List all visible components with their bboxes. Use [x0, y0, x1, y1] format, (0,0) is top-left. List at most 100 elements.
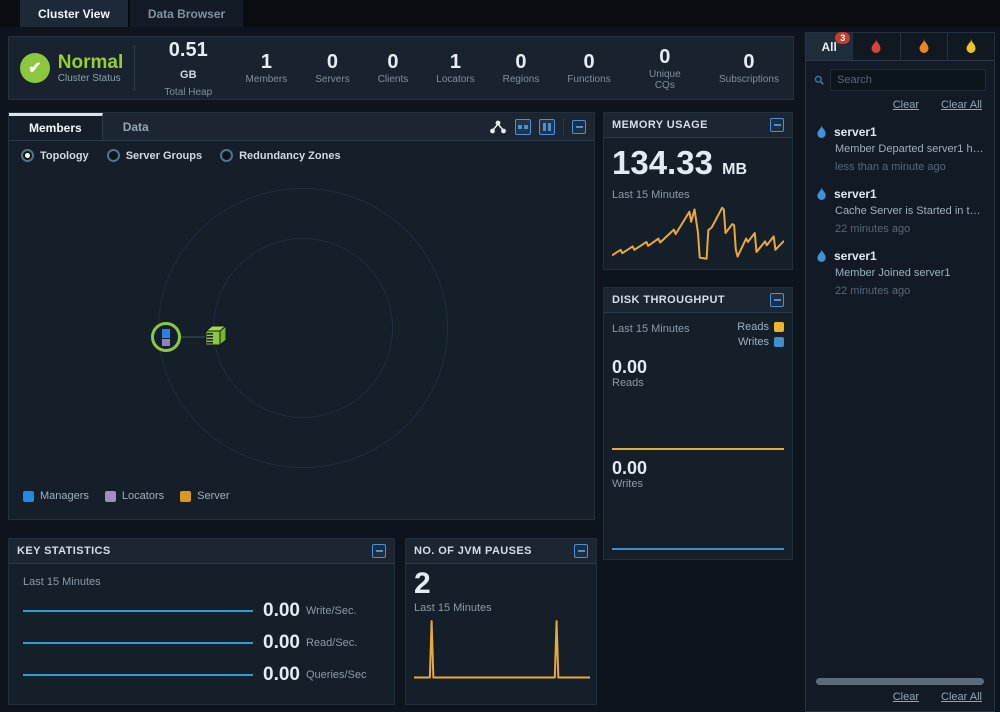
members-panel: Members Data Topology — [8, 112, 595, 520]
alerts-tab-all[interactable]: All 3 — [806, 33, 853, 60]
queries-per-sec-chart — [23, 669, 253, 681]
alert-count-badge: 3 — [835, 32, 850, 44]
writes-swatch — [774, 337, 784, 347]
cluster-status-label: Cluster Status — [58, 73, 123, 84]
alert-source: server1 — [834, 125, 877, 139]
grid-view-icon[interactable] — [539, 119, 555, 135]
alert-time: less than a minute ago — [835, 161, 984, 173]
radio-icon — [107, 149, 120, 162]
locator-manager-node[interactable] — [151, 322, 181, 352]
radio-server-groups[interactable]: Server Groups — [107, 149, 202, 162]
stat-servers: 0 Servers — [301, 51, 363, 85]
alert-message: Member Joined server1 — [835, 267, 984, 279]
keystats-caption: Last 15 Minutes — [23, 576, 380, 588]
stat-regions: 0 Regions — [489, 51, 554, 85]
memory-collapse-button[interactable] — [770, 118, 784, 132]
topology-inner-ring — [213, 238, 393, 418]
alert-item[interactable]: server1 Member Departed server1 has cras… — [806, 117, 994, 179]
memory-usage-value: 134.33 MB — [612, 146, 784, 187]
keystats-row-queries: 0.00 Queries/Sec — [23, 666, 380, 684]
write-sec-value: 0.00 — [263, 602, 300, 620]
all-tab-label: All — [821, 40, 836, 54]
jvm-pauses-panel: NO. OF JVM PAUSES 2 Last 15 Minutes — [405, 538, 597, 705]
disk-collapse-button[interactable] — [770, 293, 784, 307]
clear-all-link-bottom[interactable]: Clear All — [941, 691, 982, 703]
legend-label: Server — [197, 490, 229, 502]
disk-reads-chart — [612, 445, 784, 453]
alert-clear-row-top: Clear Clear All — [806, 95, 994, 117]
alert-item[interactable]: server1 Cache Server is Started in the V… — [806, 179, 994, 241]
legend-reads: Reads — [737, 321, 784, 333]
locator-square — [162, 339, 170, 346]
tab-data[interactable]: Data — [103, 113, 169, 140]
clear-all-link[interactable]: Clear All — [941, 99, 982, 111]
radio-topology[interactable]: Topology — [21, 149, 89, 162]
alert-horizontal-scrollbar[interactable] — [816, 678, 984, 685]
stat-unit: GB — [180, 69, 197, 81]
radio-label: Server Groups — [126, 150, 202, 162]
server-cube-icon — [202, 324, 228, 348]
tab-data-browser[interactable]: Data Browser — [130, 0, 243, 27]
top-tab-bar: Cluster View Data Browser — [0, 0, 1000, 27]
disk-caption: Last 15 Minutes — [612, 323, 690, 335]
alerts-tab-error[interactable] — [901, 33, 948, 60]
read-sec-label: Read/Sec. — [306, 637, 357, 649]
queries-sec-label: Queries/Sec — [306, 669, 367, 681]
severe-flame-icon — [870, 39, 882, 54]
topology-view-icon[interactable] — [489, 119, 507, 135]
treemap-cell — [524, 125, 528, 129]
tab-cluster-view[interactable]: Cluster View — [20, 0, 128, 27]
alert-clear-row-bottom: Clear Clear All — [806, 691, 994, 711]
keystats-collapse-button[interactable] — [372, 544, 386, 558]
jvm-collapse-button[interactable] — [574, 544, 588, 558]
keystats-row-reads: 0.00 Read/Sec. — [23, 634, 380, 652]
header-divider — [563, 118, 564, 136]
alerts-tab-warning[interactable] — [948, 33, 994, 60]
jvm-pauses-chart — [414, 618, 590, 680]
stat-subscriptions: 0 Subscriptions — [705, 51, 793, 85]
stat-clients: 0 Clients — [364, 51, 423, 85]
memory-usage-caption: Last 15 Minutes — [612, 189, 784, 201]
alert-time: 22 minutes ago — [835, 285, 984, 297]
managers-swatch — [23, 491, 34, 502]
alert-search-input[interactable] — [830, 69, 986, 91]
locators-swatch — [105, 491, 116, 502]
status-check-icon: ✔ — [20, 53, 50, 83]
alert-flame-icon — [816, 249, 827, 263]
disk-reads-value: 0.00 — [612, 358, 784, 377]
topology-canvas[interactable] — [9, 166, 594, 484]
clear-link[interactable]: Clear — [893, 99, 919, 111]
server-node[interactable] — [202, 324, 228, 353]
manager-square — [162, 329, 170, 338]
alert-message: Cache Server is Started in the VM — [835, 205, 984, 217]
jvm-pauses-title: NO. OF JVM PAUSES — [414, 545, 532, 557]
server-swatch — [180, 491, 191, 502]
alert-item[interactable]: server1 Member Joined server1 22 minutes… — [806, 241, 994, 303]
radio-redundancy-zones[interactable]: Redundancy Zones — [220, 149, 340, 162]
alerts-tab-severe[interactable] — [853, 33, 900, 60]
legend-managers: Managers — [23, 490, 89, 502]
reads-per-sec-chart — [23, 637, 253, 649]
read-sec-value: 0.00 — [263, 634, 300, 652]
clear-link-bottom[interactable]: Clear — [893, 691, 919, 703]
treemap-view-icon[interactable] — [515, 119, 531, 135]
writes-per-sec-chart — [23, 605, 253, 617]
stat-total-heap: 0.51 GB Total Heap — [145, 39, 232, 98]
queries-sec-value: 0.00 — [263, 666, 300, 684]
memory-usage-chart — [612, 205, 784, 261]
topology-view-modes: Topology Server Groups Redundancy Zones — [9, 141, 594, 166]
tab-members[interactable]: Members — [9, 113, 103, 140]
alert-flame-icon — [816, 187, 827, 201]
alert-source: server1 — [834, 249, 877, 263]
members-panel-header: Members Data — [9, 113, 594, 141]
stat-members: 1 Members — [232, 51, 302, 85]
members-collapse-button[interactable] — [572, 120, 586, 134]
pulse-dashboard: { "colors": { "accent_blue": "#4a90d9", … — [0, 0, 1000, 712]
stat-label: Total Heap — [159, 87, 218, 98]
radio-icon — [21, 149, 34, 162]
alert-time: 22 minutes ago — [835, 223, 984, 235]
radio-icon — [220, 149, 233, 162]
memory-usage-panel: MEMORY USAGE 134.33 MB Last 15 Minutes — [603, 112, 793, 270]
stat-functions: 0 Functions — [553, 51, 624, 85]
legend-label: Locators — [122, 490, 164, 502]
